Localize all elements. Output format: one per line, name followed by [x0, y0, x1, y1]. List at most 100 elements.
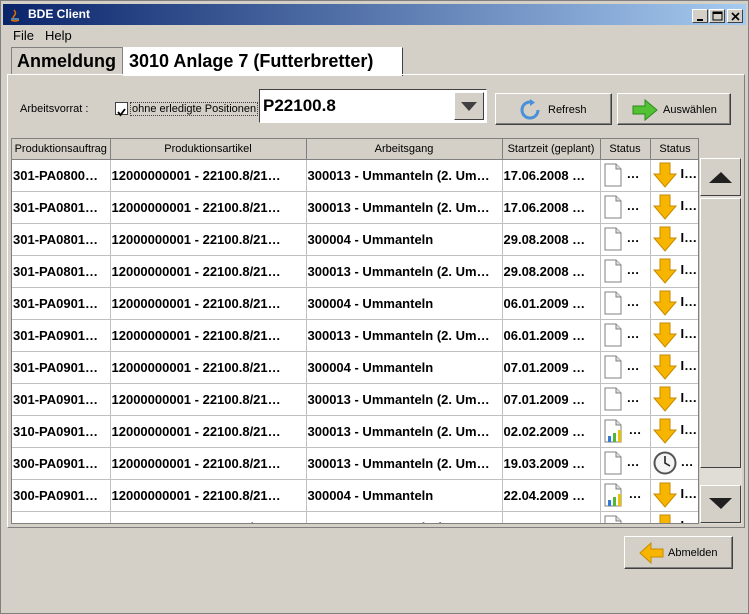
- document-chart-icon: [603, 419, 625, 443]
- scroll-down-button[interactable]: [700, 485, 741, 523]
- cell-status-2: I…: [650, 351, 698, 384]
- vertical-scrollbar[interactable]: [700, 158, 742, 524]
- cell-status-1: …: [600, 383, 651, 416]
- cell-status-2: I…: [650, 287, 698, 320]
- cell-startzeit: 07.01.2009 …: [502, 383, 601, 416]
- status-text: …: [627, 518, 640, 523]
- cell-status-1: …: [600, 415, 651, 448]
- document-icon: [603, 515, 623, 523]
- cell-produktionsauftrag: 301-PA0901…: [12, 351, 111, 384]
- close-button[interactable]: [727, 9, 743, 23]
- title-bar[interactable]: BDE Client: [3, 4, 746, 25]
- arrow-down-icon: [652, 482, 677, 508]
- table-row[interactable]: 301-PA0901… 12000000001 - 22100.8/21… 3000…: [12, 351, 698, 384]
- status-text: I…: [680, 390, 698, 406]
- cell-arbeitsgang: 300004 - Ummanteln: [306, 351, 503, 384]
- combobox-dropdown-button[interactable]: [454, 92, 484, 120]
- cell-startzeit: 07.01.2009 …: [502, 351, 601, 384]
- cell-status-1: …: [600, 319, 651, 352]
- status-text: …: [626, 454, 640, 470]
- document-icon: [603, 451, 623, 475]
- status-text: …: [626, 262, 640, 278]
- clock-icon: [653, 451, 677, 475]
- cell-produktionsartikel: 12000000001 - 22100.8/21…: [110, 447, 307, 480]
- cell-produktionsauftrag: 301-PA0801…: [12, 255, 111, 288]
- status-text: I…: [680, 294, 698, 310]
- col-header-status-1[interactable]: Status: [600, 139, 651, 160]
- table-row[interactable]: 301-PA0801… 12000000001 - 22100.8/21… 3000…: [12, 191, 698, 224]
- status-text: …: [680, 454, 694, 470]
- work-orders-table: Produktionsauftrag Produktionsartikel Ar…: [11, 138, 699, 524]
- cell-produktionsartikel: 12000000001 - 22100.8/21…: [110, 383, 307, 416]
- arrow-down-icon: [652, 226, 677, 252]
- col-header-status-2[interactable]: Status: [650, 139, 698, 160]
- col-header-startzeit[interactable]: Startzeit (geplant): [502, 139, 601, 160]
- table-row[interactable]: 300-PA0901…12000000001 - 22100.8/21…3000…: [12, 511, 698, 523]
- cell-arbeitsgang: 300004 - Ummanteln: [306, 287, 503, 320]
- scroll-thumb[interactable]: [700, 198, 741, 468]
- cell-startzeit: 29.08.2008 …: [502, 255, 601, 288]
- col-header-produktionsartikel[interactable]: Produktionsartikel: [110, 139, 307, 160]
- cell-status-2: I…: [650, 479, 698, 512]
- cell-produktionsauftrag: 300-PA0901…: [12, 511, 111, 523]
- chevron-down-icon: [461, 102, 477, 111]
- cell-arbeitsgang: 300013 - Ummanteln (2. Um…: [306, 447, 503, 480]
- table-row[interactable]: 301-PA0901… 12000000001 - 22100.8/21… 3000…: [12, 287, 698, 320]
- table-row[interactable]: 301-PA0801… 12000000001 - 22100.8/21… 3000…: [12, 223, 698, 256]
- abmelden-label: Abmelden: [668, 547, 718, 559]
- cell-status-2: …: [650, 447, 698, 480]
- cell-status-2: I…: [650, 319, 698, 352]
- window-title: BDE Client: [28, 7, 91, 21]
- document-icon: [603, 163, 623, 187]
- table-row[interactable]: 301-PA0901… 12000000001 - 22100.8/21… 3000…: [12, 319, 698, 352]
- table-row[interactable]: 301-PA0901… 12000000001 - 22100.8/21… 3000…: [12, 383, 698, 416]
- cell-startzeit: 06.01.2009 …: [502, 287, 601, 320]
- refresh-label: Refresh: [548, 104, 587, 116]
- cell-status-1: …: [600, 351, 651, 384]
- cell-status-2: I…: [650, 191, 698, 224]
- document-icon: [603, 227, 623, 251]
- abmelden-button[interactable]: Abmelden: [624, 536, 733, 569]
- arbeitsvorrat-combobox[interactable]: P22100.8: [259, 89, 487, 123]
- cell-startzeit: 22.04.2009 …: [502, 479, 601, 512]
- table-row[interactable]: 300-PA0901…12000000001 - 22100.8/21…3000…: [12, 447, 698, 480]
- status-text: …: [626, 230, 640, 246]
- maximize-button[interactable]: [709, 9, 725, 23]
- checkbox-label[interactable]: ohne erledigte Positionen: [130, 102, 259, 116]
- cell-status-2: I…: [650, 511, 698, 523]
- cell-startzeit: 22.04.2009 …: [502, 511, 601, 523]
- table-row[interactable]: 301-PA0800… 12000000001 - 22100.8/21… 3000…: [12, 159, 698, 192]
- cell-startzeit: 02.02.2009 …: [502, 415, 601, 448]
- status-text: …: [626, 326, 640, 342]
- refresh-button[interactable]: Refresh: [495, 93, 612, 125]
- cell-status-1: …: [600, 191, 651, 224]
- tab-anlage[interactable]: 3010 Anlage 7 (Futterbretter): [123, 47, 403, 76]
- col-header-produktionsauftrag[interactable]: Produktionsauftrag: [12, 139, 111, 160]
- app-window: BDE Client File Help Anmeldung 3010 Anla…: [0, 0, 749, 614]
- document-icon: [603, 195, 623, 219]
- table-row[interactable]: 301-PA0801… 12000000001 - 22100.8/21… 3000…: [12, 255, 698, 288]
- cell-produktionsartikel: 12000000001 - 22100.8/21…: [110, 191, 307, 224]
- cell-status-2: I…: [650, 255, 698, 288]
- arrow-down-icon: [652, 386, 677, 412]
- minimize-button[interactable]: [692, 9, 708, 23]
- table-row[interactable]: 300-PA0901…12000000001 - 22100.8/21…3000…: [12, 479, 698, 512]
- scroll-up-button[interactable]: [700, 158, 741, 196]
- cell-status-2: I…: [650, 159, 698, 192]
- cell-status-2: I…: [650, 223, 698, 256]
- auswaehlen-button[interactable]: Auswählen: [617, 93, 731, 125]
- menu-file[interactable]: File: [13, 28, 34, 43]
- triangle-down-icon: [709, 498, 732, 509]
- cell-startzeit: 19.03.2009 …: [502, 447, 601, 480]
- cell-startzeit: 17.06.2008 …: [502, 159, 601, 192]
- menu-help[interactable]: Help: [45, 28, 72, 43]
- col-header-arbeitsgang[interactable]: Arbeitsgang: [306, 139, 503, 160]
- cell-status-2: I…: [650, 415, 698, 448]
- arrow-down-icon: [652, 322, 677, 348]
- table-row[interactable]: 310-PA0901… 12000000001 - 22100.8/21… 3000…: [12, 415, 698, 448]
- ohne-erledigte-checkbox[interactable]: [115, 102, 128, 117]
- status-text: I…: [680, 166, 698, 182]
- tab-anmeldung[interactable]: Anmeldung: [11, 47, 123, 75]
- status-text: …: [626, 358, 640, 374]
- arrow-down-icon: [653, 514, 677, 523]
